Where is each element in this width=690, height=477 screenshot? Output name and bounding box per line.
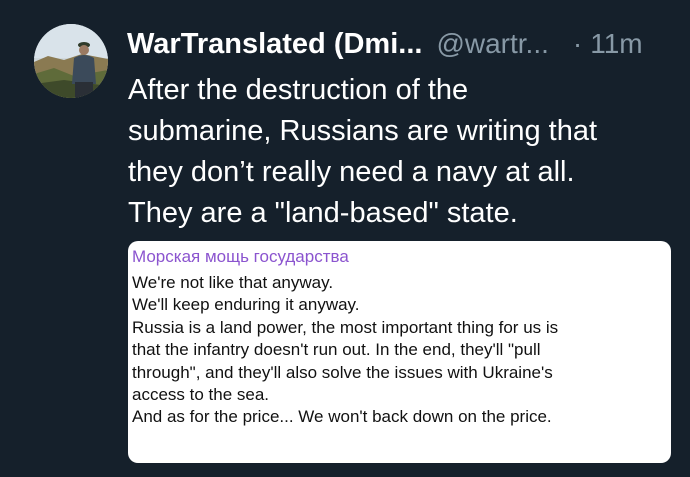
image-text-line: Russia is a land power, the most importa…	[132, 317, 559, 337]
image-text: We're not like that anyway. We'll keep e…	[132, 272, 668, 429]
tweet-text-line: they don’t really need a navy at all.	[128, 156, 575, 188]
author-handle[interactable]: @wartr...	[436, 28, 548, 60]
attached-image[interactable]: Морская мощь государства We're not like …	[128, 241, 671, 463]
image-text-line: through", and they'll also solve the iss…	[132, 362, 553, 382]
tweet-text-line: After the destruction of the	[128, 74, 469, 106]
tweet[interactable]: WarTranslated (Dmi... @wartr... · 11m Af…	[0, 0, 690, 477]
author-display-name[interactable]: WarTranslated (Dmi...	[127, 28, 422, 61]
tweet-text-line: They are a "land-based" state.	[128, 197, 518, 229]
tweet-text-line: submarine, Russians are writing that	[128, 115, 598, 147]
image-text-line: that the infantry doesn't run out. In th…	[132, 340, 541, 360]
tweet-body: After the destruction of the submarine, …	[128, 70, 668, 234]
avatar[interactable]	[34, 24, 108, 98]
image-text-line: We're not like that anyway.	[132, 273, 334, 292]
image-text-line: We'll keep enduring it anyway.	[132, 295, 360, 315]
image-text-line: And as for the price... We won't back do…	[132, 407, 552, 427]
tweet-header: WarTranslated (Dmi... @wartr... · 11m	[127, 24, 643, 64]
tweet-timestamp[interactable]: 11m	[590, 28, 642, 60]
image-title: Морская мощь государства	[132, 247, 349, 266]
image-text-line: access to the sea.	[132, 385, 270, 405]
profile-photo	[34, 24, 108, 98]
separator-dot: ·	[572, 28, 583, 59]
